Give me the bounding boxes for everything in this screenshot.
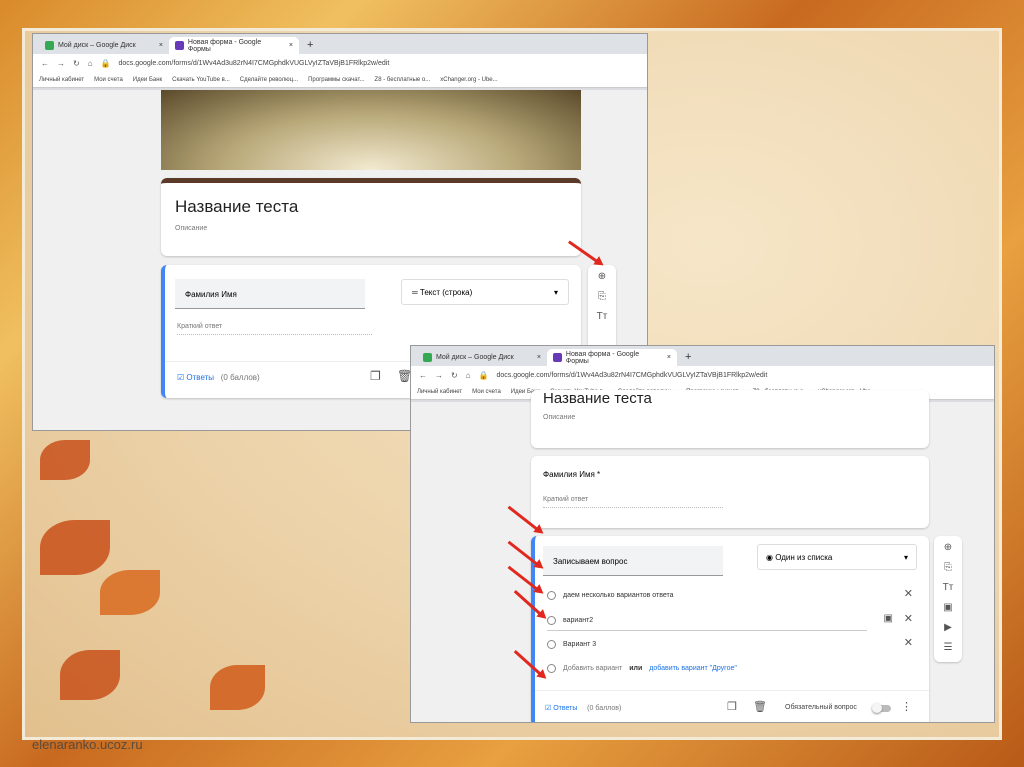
reload-icon[interactable]: ↻ xyxy=(73,59,80,68)
side-toolbar: ⊕ ⎘ Tт ▣ ▶ ☰ xyxy=(934,536,962,662)
option-1[interactable]: даем несколько вариантов ответа xyxy=(547,591,674,600)
question-type-dropdown[interactable]: ═ Текст (строка) ▾ xyxy=(401,279,569,305)
close-tab-icon[interactable]: × xyxy=(289,42,293,49)
back-icon[interactable]: ← xyxy=(419,371,427,380)
radio-icon xyxy=(547,591,556,600)
close-tab-icon[interactable]: × xyxy=(537,354,541,361)
radio-selected-icon: ◉ xyxy=(766,553,776,562)
tab-drive[interactable]: Мой диск – Google Диск × xyxy=(39,37,169,54)
question-title[interactable]: Фамилия Имя * xyxy=(543,470,600,479)
leaf-decoration xyxy=(40,520,110,575)
question-input[interactable]: Записываем вопрос xyxy=(543,546,723,576)
browser-window-2: Мой диск – Google Диск × Новая форма - Go… xyxy=(410,345,995,723)
question-input[interactable]: Фамилия Имя xyxy=(175,279,365,309)
short-answer-placeholder: Краткий ответ xyxy=(177,323,372,335)
bookmark[interactable]: Мои счета xyxy=(472,389,501,395)
question-card-name: Фамилия Имя * Краткий ответ xyxy=(531,456,929,528)
forms-icon xyxy=(553,353,562,362)
option-2[interactable]: вариант2 xyxy=(547,616,867,631)
add-question-icon[interactable]: ⊕ xyxy=(944,542,952,553)
add-question-icon[interactable]: ⊕ xyxy=(598,271,606,282)
leaf-decoration xyxy=(100,570,160,615)
form-title[interactable]: Название теста xyxy=(175,197,298,217)
bookmarks-bar: Личный кабинет Мои счета Идеи Банк Скачать … xyxy=(33,72,647,88)
close-tab-icon[interactable]: × xyxy=(667,354,671,361)
bookmark[interactable]: Сделайте революц... xyxy=(240,77,298,83)
close-tab-icon[interactable]: × xyxy=(159,42,163,49)
lock-icon: 🔒 xyxy=(100,58,111,68)
radio-icon xyxy=(547,664,556,673)
checkbox-icon: ☑ xyxy=(545,705,554,712)
required-toggle[interactable] xyxy=(872,703,891,713)
remove-option-icon[interactable]: ✕ xyxy=(904,636,913,649)
bookmark[interactable]: Личный кабинет xyxy=(39,77,84,83)
checkbox-icon: ☑ xyxy=(177,373,187,382)
add-option-row: Добавить вариант или добавить вариант "Дру… xyxy=(547,664,737,673)
new-tab-button[interactable]: + xyxy=(677,351,699,366)
duplicate-icon[interactable]: ❐ xyxy=(370,369,381,383)
bookmark[interactable]: Программы скачат... xyxy=(308,77,364,83)
remove-option-icon[interactable]: ✕ xyxy=(904,587,913,600)
bookmark[interactable]: xChanger.org - Ube... xyxy=(440,77,497,83)
form-description[interactable]: Описание xyxy=(175,225,207,232)
section-icon[interactable]: ☰ xyxy=(944,642,953,653)
leaf-decoration xyxy=(60,650,120,700)
tab-forms[interactable]: Новая форма - Google Формы × xyxy=(169,37,299,54)
delete-icon[interactable]: 🗑 xyxy=(753,700,767,713)
radio-icon xyxy=(547,616,556,625)
leaf-decoration xyxy=(210,665,265,710)
back-icon[interactable]: ← xyxy=(41,59,49,68)
side-toolbar: ⊕ ⎘ Tт xyxy=(588,265,616,355)
site-watermark: elenaranko.ucoz.ru xyxy=(32,737,143,752)
forward-icon[interactable]: → xyxy=(57,59,65,68)
forms-icon xyxy=(175,41,184,50)
drive-icon xyxy=(423,353,432,362)
radio-icon xyxy=(547,640,556,649)
remove-option-icon[interactable]: ✕ xyxy=(904,612,913,625)
header-image-book xyxy=(161,90,581,170)
video-icon[interactable]: ▶ xyxy=(944,622,952,633)
question-type-dropdown[interactable]: ◉ Один из списка ▾ xyxy=(757,544,917,570)
short-answer-placeholder: Краткий ответ xyxy=(543,496,723,508)
tab-drive[interactable]: Мой диск – Google Диск × xyxy=(417,349,547,366)
home-icon[interactable]: ⌂ xyxy=(88,59,93,68)
home-icon[interactable]: ⌂ xyxy=(466,371,471,380)
answers-button[interactable]: ☑ Ответы (0 баллов) xyxy=(177,373,260,382)
bookmark[interactable]: Личный кабинет xyxy=(417,389,462,395)
answers-button[interactable]: ☑ Ответы (0 баллов) xyxy=(545,704,621,712)
title-text-icon[interactable]: Tт xyxy=(597,311,608,322)
bookmark[interactable]: Z8 - бесплатные о... xyxy=(375,77,431,83)
bookmark[interactable]: Мои счета xyxy=(94,77,123,83)
duplicate-icon[interactable]: ❐ xyxy=(727,700,737,713)
leaf-decoration xyxy=(40,440,90,480)
form-title[interactable]: Название теста xyxy=(543,390,652,407)
form-title-card: Название теста Описание xyxy=(531,390,929,448)
add-image-icon[interactable]: ▣ xyxy=(884,613,893,624)
lock-icon: 🔒 xyxy=(478,370,489,380)
image-icon[interactable]: ▣ xyxy=(943,602,952,613)
add-option-link[interactable]: Добавить вариант xyxy=(563,665,622,672)
title-text-icon[interactable]: Tт xyxy=(943,582,954,593)
form-description[interactable]: Описание xyxy=(543,414,575,421)
new-tab-button[interactable]: + xyxy=(299,39,321,54)
tab-forms[interactable]: Новая форма - Google Формы × xyxy=(547,349,677,366)
more-options-icon[interactable]: ⋮ xyxy=(901,700,912,713)
add-other-link[interactable]: добавить вариант "Другое" xyxy=(649,665,737,672)
import-icon[interactable]: ⎘ xyxy=(598,291,606,302)
reload-icon[interactable]: ↻ xyxy=(451,371,458,380)
option-3[interactable]: Вариант 3 xyxy=(547,640,596,649)
drive-icon xyxy=(45,41,54,50)
form-title-card: Название теста Описание xyxy=(161,178,581,256)
bookmark[interactable]: Скачать YouTube в... xyxy=(172,77,230,83)
forward-icon[interactable]: → xyxy=(435,371,443,380)
bookmark[interactable]: Идеи Банк xyxy=(133,77,162,83)
import-icon[interactable]: ⎘ xyxy=(944,562,952,573)
required-label: Обязательный вопрос xyxy=(785,704,857,711)
question-card-choice: Записываем вопрос ◉ Один из списка ▾ даем… xyxy=(531,536,929,722)
address-bar[interactable]: docs.google.com/forms/d/1Wv4Ad3u82rN4I7C… xyxy=(119,60,390,67)
address-bar[interactable]: docs.google.com/forms/d/1Wv4Ad3u82rN4I7C… xyxy=(497,372,768,379)
